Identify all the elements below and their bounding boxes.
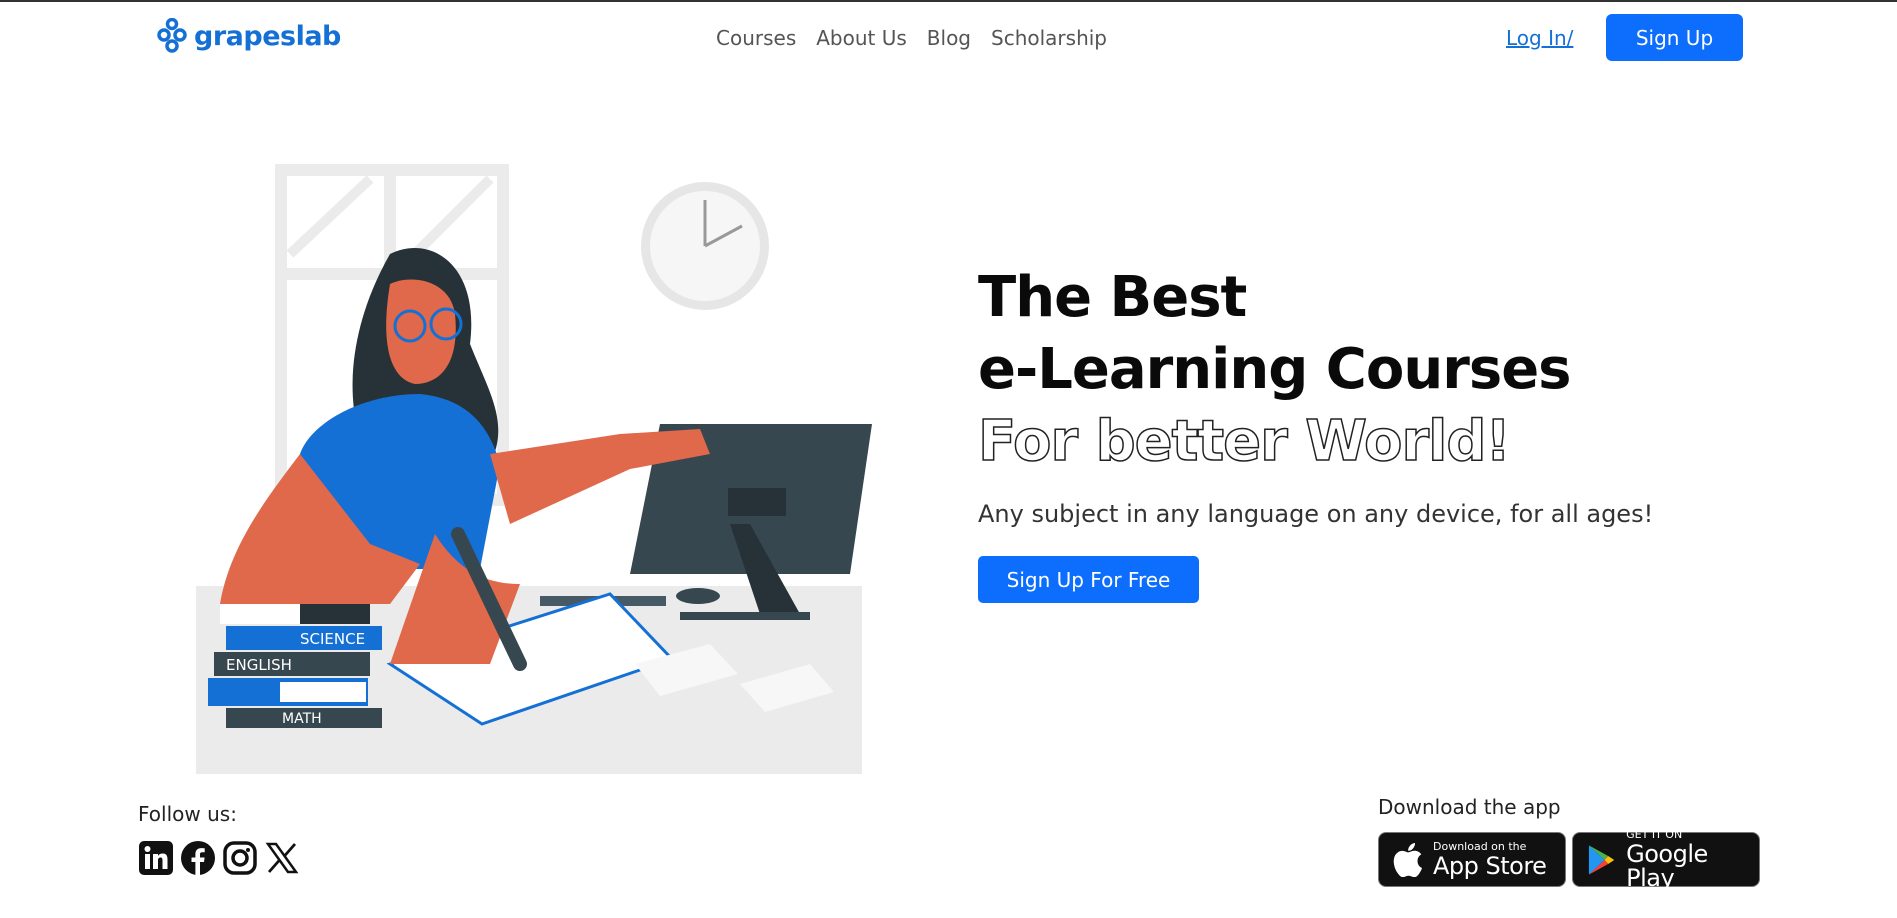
x-icon[interactable] (264, 840, 300, 876)
book-math-label: MATH (282, 711, 322, 727)
nav-scholarship[interactable]: Scholarship (991, 26, 1107, 50)
apple-icon (1393, 842, 1422, 877)
google-play-big-text: Google Play (1626, 840, 1708, 892)
download-label: Download the app (1378, 795, 1561, 819)
signup-free-button[interactable]: Sign Up For Free (978, 556, 1199, 603)
headline-line-2: e-Learning Courses (978, 337, 1572, 402)
hero-illustration: SCIENCE ENGLISH MATH (196, 164, 872, 774)
linkedin-icon[interactable] (138, 840, 174, 876)
google-play-badge[interactable]: GET IT ON Google Play (1572, 828, 1760, 892)
books-stack: SCIENCE ENGLISH MATH (208, 604, 382, 728)
instagram-icon[interactable] (222, 840, 258, 876)
hero-headline: The Best e-Learning Courses For better W… (977, 262, 1718, 478)
main-nav: Courses About Us Blog Scholarship (716, 26, 1107, 50)
nav-blog[interactable]: Blog (927, 26, 971, 50)
app-store-big-text: App Store (1433, 852, 1547, 880)
logo-text: grapeslab (194, 20, 341, 52)
facebook-icon[interactable] (180, 840, 216, 876)
book-english-label: ENGLISH (226, 656, 292, 674)
headline-line-1: The Best (978, 265, 1247, 330)
google-play-small-text: GET IT ON (1626, 828, 1683, 841)
clock-icon (641, 182, 769, 310)
logo[interactable]: grapeslab (156, 18, 341, 54)
signup-button[interactable]: Sign Up (1606, 14, 1743, 61)
hero-subtitle: Any subject in any language on any devic… (978, 500, 1654, 528)
app-store-badge[interactable]: Download on the App Store (1378, 832, 1566, 887)
top-border (0, 0, 1897, 2)
social-links (138, 840, 300, 876)
nav-about-us[interactable]: About Us (816, 26, 907, 50)
follow-label: Follow us: (138, 802, 237, 826)
headline-line-3: For better World! (977, 408, 1511, 475)
grapes-logo-icon (157, 18, 187, 53)
nav-courses[interactable]: Courses (716, 26, 796, 50)
app-store-small-text: Download on the (1433, 840, 1527, 853)
book-science-label: SCIENCE (300, 630, 365, 648)
google-play-icon (1588, 844, 1615, 875)
login-link[interactable]: Log In/ (1506, 26, 1573, 50)
